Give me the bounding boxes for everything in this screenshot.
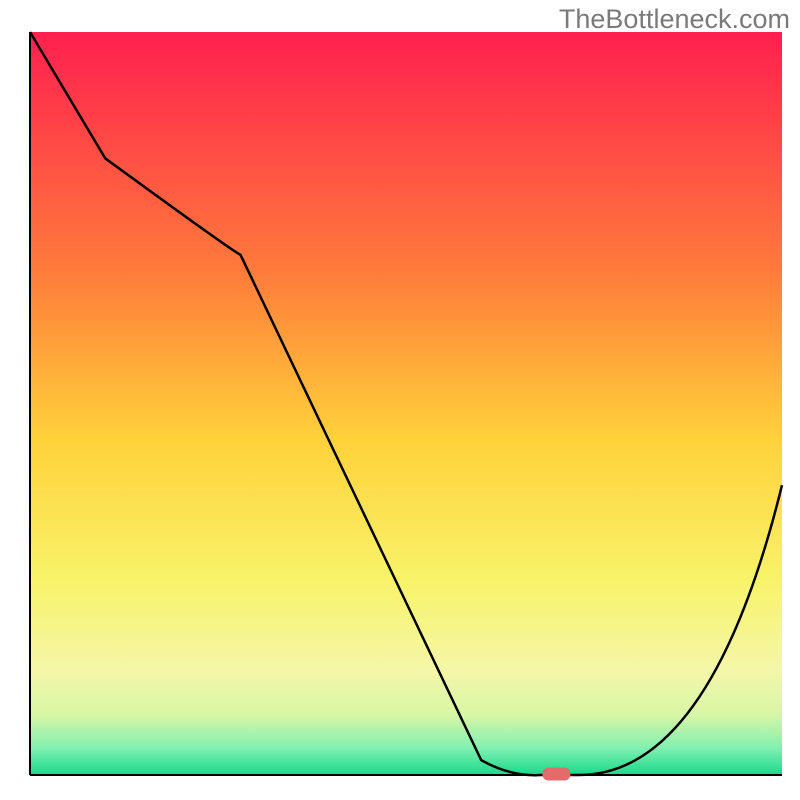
watermark-text: TheBottleneck.com — [559, 4, 790, 35]
chart-container: TheBottleneck.com — [0, 0, 800, 800]
optimal-marker — [542, 768, 570, 781]
plot-background — [30, 32, 782, 775]
bottleneck-chart — [0, 0, 800, 800]
